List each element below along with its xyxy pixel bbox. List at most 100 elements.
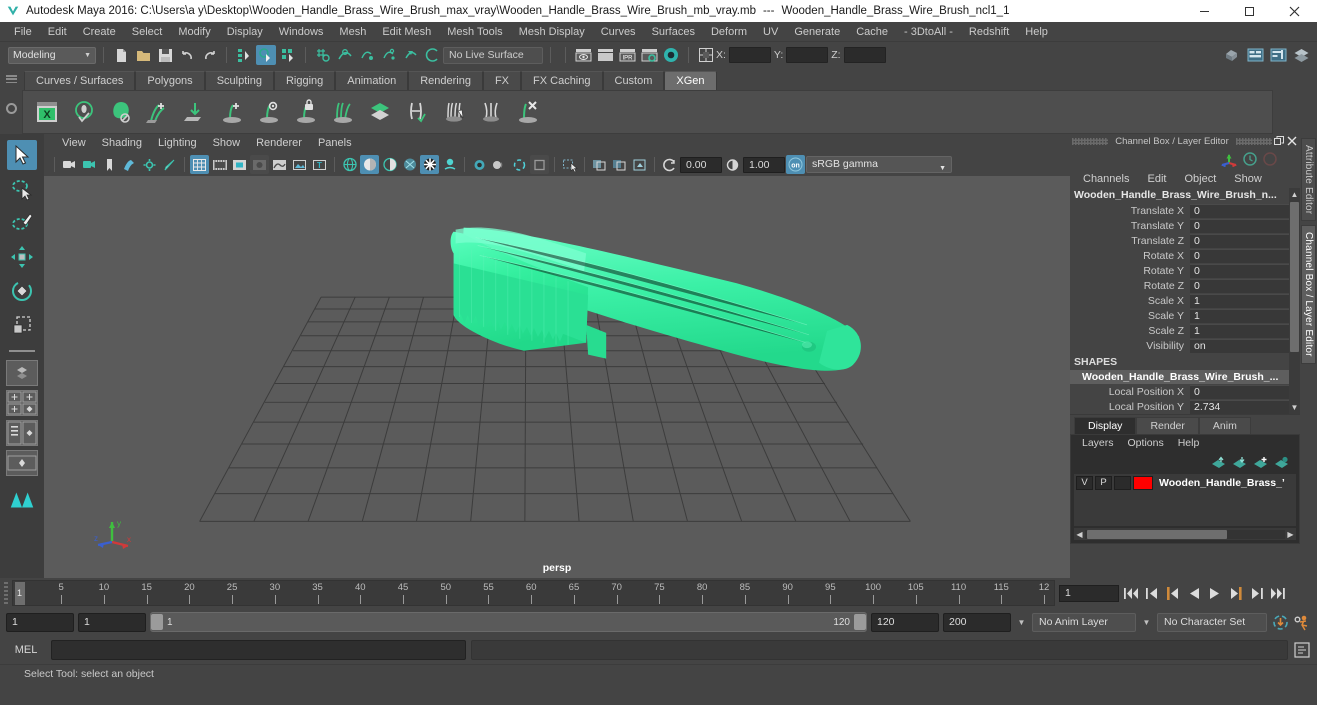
show-hide-channel-box-icon[interactable]	[1291, 45, 1311, 65]
hscroll-thumb[interactable]	[1087, 529, 1227, 539]
animation-preferences-button[interactable]	[1293, 612, 1311, 632]
snap-to-curve-button[interactable]	[335, 45, 355, 65]
persp-graph-layout-button[interactable]	[6, 450, 38, 476]
channel-row-rotate-z[interactable]: Rotate Z 0	[1070, 278, 1300, 293]
go-to-start-button[interactable]	[1122, 583, 1140, 603]
step-forward-frame-button[interactable]	[1227, 583, 1245, 603]
textured-display-icon[interactable]	[400, 155, 419, 174]
lasso-select-tool-button[interactable]	[7, 174, 37, 204]
attr-value[interactable]: 2.734	[1190, 399, 1300, 414]
wireframe-shading-icon[interactable]	[340, 155, 359, 174]
channel-box-menu-object[interactable]: Object	[1175, 170, 1225, 188]
scroll-left-arrow-icon[interactable]: ◀	[1074, 530, 1085, 539]
manipulator-icon[interactable]	[1220, 151, 1238, 167]
xgen-import-icon[interactable]	[179, 96, 211, 128]
menu-help[interactable]: Help	[1017, 22, 1056, 42]
multisample-aa-icon[interactable]	[510, 155, 529, 174]
gamma-reset-icon[interactable]	[723, 155, 742, 174]
xray-joints-icon[interactable]	[610, 155, 629, 174]
move-tool-button[interactable]	[7, 242, 37, 272]
time-slider[interactable]: 1 5 10 15 20 25 30 35 40 45 50 55 60 65 70 75 80 85 90 95 1…	[12, 580, 1055, 606]
animation-start-time-field[interactable]: 1	[6, 612, 74, 632]
color-management-select[interactable]: sRGB gamma ▼	[806, 156, 952, 173]
attr-value[interactable]: 0	[1190, 218, 1300, 233]
command-language-label[interactable]: MEL	[6, 644, 46, 656]
color-management-toggle-icon[interactable]: on	[786, 155, 805, 174]
maximize-button[interactable]	[1227, 0, 1272, 22]
attr-value[interactable]: 0	[1190, 384, 1300, 399]
channel-box-menu-channels[interactable]: Channels	[1074, 170, 1138, 188]
smooth-shade-all-icon[interactable]	[360, 155, 379, 174]
xgen-clump-icon[interactable]	[475, 96, 507, 128]
z-input[interactable]	[843, 47, 886, 63]
isolate-select-icon[interactable]	[560, 155, 579, 174]
grid-toggle-icon[interactable]	[190, 155, 209, 174]
menu-mesh-tools[interactable]: Mesh Tools	[439, 22, 510, 42]
xgen-delete-icon[interactable]	[512, 96, 544, 128]
play-backwards-button[interactable]	[1185, 583, 1203, 603]
layer-menu-layers[interactable]: Layers	[1075, 435, 1121, 452]
toggle-panel-layout-button[interactable]	[696, 45, 716, 65]
attr-value[interactable]: 0	[1190, 278, 1300, 293]
menu-cache[interactable]: Cache	[848, 22, 896, 42]
menu-edit-mesh[interactable]: Edit Mesh	[374, 22, 439, 42]
auto-keyframe-toggle[interactable]	[1271, 612, 1289, 632]
save-scene-button[interactable]	[155, 45, 175, 65]
shelf-tab-curves-surfaces[interactable]: Curves / Surfaces	[24, 71, 136, 90]
go-to-end-button[interactable]	[1269, 583, 1287, 603]
xgen-add-description-icon[interactable]	[142, 96, 174, 128]
attr-value[interactable]: 1	[1190, 323, 1300, 338]
menu-edit[interactable]: Edit	[40, 22, 75, 42]
show-hide-tool-settings-icon[interactable]	[1268, 45, 1288, 65]
layer-tab-render[interactable]: Render	[1136, 417, 1199, 434]
x-input[interactable]	[728, 47, 771, 63]
rotate-tool-button[interactable]	[7, 276, 37, 306]
layer-row[interactable]: V P Wooden_Handle_Brass_’	[1074, 474, 1296, 491]
move-layer-down-icon[interactable]	[1232, 456, 1247, 469]
exposure-input[interactable]: 0.00	[680, 156, 722, 173]
viewport-menu-view[interactable]: View	[54, 134, 94, 153]
shaded-wireframe-icon[interactable]	[380, 155, 399, 174]
xgen-collection-icon[interactable]	[105, 96, 137, 128]
menu-mesh-display[interactable]: Mesh Display	[511, 22, 593, 42]
grease-pencil-icon[interactable]	[160, 155, 179, 174]
range-slider-bar[interactable]: 1 120	[150, 612, 867, 632]
playback-end-time-field[interactable]: 120	[871, 612, 939, 632]
attr-value[interactable]: 0	[1190, 203, 1300, 218]
channel-row-scale-x[interactable]: Scale X 1	[1070, 293, 1300, 308]
shelf-tab-polygons[interactable]: Polygons	[135, 71, 205, 90]
render-settings-button[interactable]	[639, 45, 659, 65]
xgen-layers-icon[interactable]	[364, 96, 396, 128]
shelf-drag-handle[interactable]	[5, 75, 17, 83]
animation-end-time-field[interactable]: 200	[943, 612, 1011, 632]
menu-mesh[interactable]: Mesh	[331, 22, 374, 42]
gamma-input[interactable]: 1.00	[743, 156, 785, 173]
channel-box-menu-edit[interactable]: Edit	[1138, 170, 1175, 188]
close-panel-button[interactable]	[1285, 135, 1298, 147]
scroll-down-arrow-icon[interactable]: ▼	[1290, 402, 1299, 413]
menu-deform[interactable]: Deform	[703, 22, 755, 42]
layer-tab-anim[interactable]: Anim	[1198, 417, 1251, 434]
layer-tab-display[interactable]: Display	[1074, 417, 1137, 434]
attr-value[interactable]: 0	[1190, 233, 1300, 248]
xray-mode-icon[interactable]	[590, 155, 609, 174]
attr-value[interactable]: 0	[1190, 248, 1300, 263]
step-forward-keyframe-button[interactable]	[1248, 583, 1266, 603]
undock-panel-button[interactable]	[1272, 135, 1285, 147]
channel-row-rotate-x[interactable]: Rotate X 0	[1070, 248, 1300, 263]
xgen-lock-icon[interactable]	[290, 96, 322, 128]
exposure-reset-icon[interactable]	[660, 155, 679, 174]
anim-layer-chevron-icon[interactable]: ▼	[1015, 618, 1028, 627]
select-by-object-type-button[interactable]	[256, 45, 276, 65]
menu-display[interactable]: Display	[219, 22, 271, 42]
create-layer-from-selected-icon[interactable]	[1274, 456, 1289, 469]
single-perspective-layout-button[interactable]	[6, 360, 38, 386]
playback-start-time-field[interactable]: 1	[78, 612, 146, 632]
xgen-preview-icon[interactable]	[253, 96, 285, 128]
viewport-menu-renderer[interactable]: Renderer	[248, 134, 310, 153]
redo-button[interactable]	[199, 45, 219, 65]
channel-row-scale-y[interactable]: Scale Y 1	[1070, 308, 1300, 323]
select-by-hierarchy-button[interactable]	[234, 45, 254, 65]
close-button[interactable]	[1272, 0, 1317, 22]
menu-3dtoall[interactable]: - 3DtoAll -	[896, 22, 961, 42]
